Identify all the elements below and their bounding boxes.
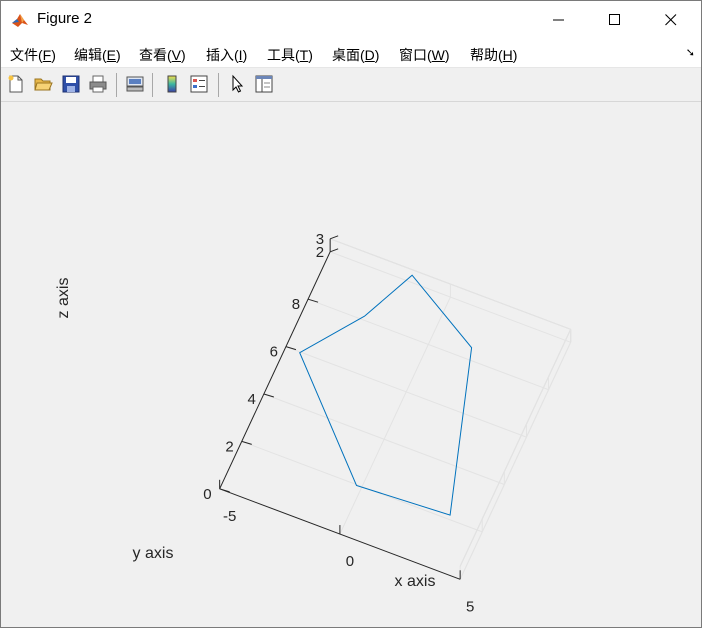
title-bar[interactable]: Figure 2: [1, 1, 701, 39]
y-tick-label: 8: [292, 296, 300, 313]
z-tick-label: 3: [316, 231, 324, 248]
grid-line-y: [263, 393, 505, 485]
grid-line-y: [285, 346, 527, 438]
series-line[interactable]: [299, 274, 473, 516]
property-inspector-icon: [255, 75, 273, 93]
grid-line-z-wall: [329, 251, 571, 343]
y-tick: [307, 298, 319, 303]
menu-desktop[interactable]: 桌面(D): [332, 45, 379, 65]
x-tick-label: -5: [223, 508, 236, 525]
insert-colorbar-icon: [167, 75, 177, 93]
toolbar-separator: [116, 73, 117, 97]
grid-line-z-side: [459, 342, 572, 580]
link-plot-button[interactable]: [123, 72, 147, 96]
grid-line-y: [241, 440, 483, 533]
link-plot-icon: [126, 76, 144, 92]
open-file-button[interactable]: [31, 72, 55, 96]
print-button[interactable]: [86, 72, 110, 96]
edit-plot-icon: [232, 74, 244, 93]
x-tick-label: 0: [346, 553, 354, 570]
y-tick: [241, 440, 252, 445]
y-tick: [219, 488, 230, 493]
grid-line-x: [339, 296, 451, 535]
grid-line-y: [307, 298, 549, 391]
maximize-button[interactable]: [587, 1, 643, 39]
y-tick-label: 6: [270, 344, 278, 361]
menu-file[interactable]: 文件(F): [10, 45, 56, 65]
save-button[interactable]: [59, 72, 83, 96]
menu-bar: 文件(F) 编辑(E) 查看(V) 插入(I) 工具(T) 桌面(D) 窗口(W…: [1, 39, 701, 68]
y-tick-label: 2: [225, 438, 233, 455]
menu-overflow-arrow-icon[interactable]: ➘: [686, 46, 695, 59]
figure-window: Figure 2 文件(F) 编辑(E) 查看(V) 插入(I) 工具(T) 桌…: [0, 0, 702, 628]
minimize-button[interactable]: [531, 1, 587, 39]
print-icon: [89, 75, 107, 93]
y-axis-line: [219, 251, 331, 490]
menu-edit[interactable]: 编辑(E): [74, 45, 121, 65]
property-inspector-button[interactable]: [252, 72, 276, 96]
toolbar-separator: [152, 73, 153, 97]
maximize-icon: [609, 14, 620, 25]
window-title: Figure 2: [37, 10, 93, 27]
y-tick-label: 0: [203, 486, 211, 503]
figure-canvas[interactable]: -5 0 5 0 2 4 6 8 2 3 x axis y axis z axis: [1, 102, 701, 627]
menu-insert[interactable]: 插入(I): [206, 45, 247, 65]
z-axis-label: z axis: [55, 278, 72, 319]
figure-toolbar: [1, 68, 701, 102]
insert-colorbar-button[interactable]: [160, 72, 184, 96]
toolbar-separator: [218, 73, 219, 97]
x-axis-label: x axis: [395, 573, 436, 590]
x-tick-label: 5: [466, 598, 474, 615]
open-file-icon: [34, 78, 53, 91]
new-figure-button[interactable]: [4, 72, 28, 96]
z-tick: [329, 235, 339, 240]
minimize-icon: [553, 19, 564, 21]
z-tick: [329, 248, 339, 253]
menu-window[interactable]: 窗口(W): [399, 45, 450, 65]
y-tick: [285, 346, 297, 351]
menu-tools[interactable]: 工具(T): [267, 45, 313, 65]
matlab-logo-icon: [11, 11, 29, 29]
y-tick-label: 4: [248, 391, 256, 408]
menu-view[interactable]: 查看(V): [139, 45, 186, 65]
new-figure-icon: [8, 75, 23, 93]
edit-plot-button[interactable]: [225, 72, 249, 96]
y-tick: [263, 393, 274, 398]
grid-line-z-wall: [329, 238, 571, 330]
y-axis-label: y axis: [133, 545, 174, 562]
close-button[interactable]: [643, 1, 699, 39]
save-icon: [62, 75, 80, 93]
menu-help[interactable]: 帮助(H): [470, 45, 517, 65]
insert-legend-icon: [190, 75, 208, 93]
grid-line-z-side: [459, 329, 572, 567]
close-icon: [665, 14, 677, 26]
insert-legend-button[interactable]: [187, 72, 211, 96]
data-series: [299, 274, 473, 516]
tick-labels: -5050246823: [203, 231, 474, 615]
3d-line-plot[interactable]: -5050246823 x axis y axis z axis: [1, 102, 701, 627]
